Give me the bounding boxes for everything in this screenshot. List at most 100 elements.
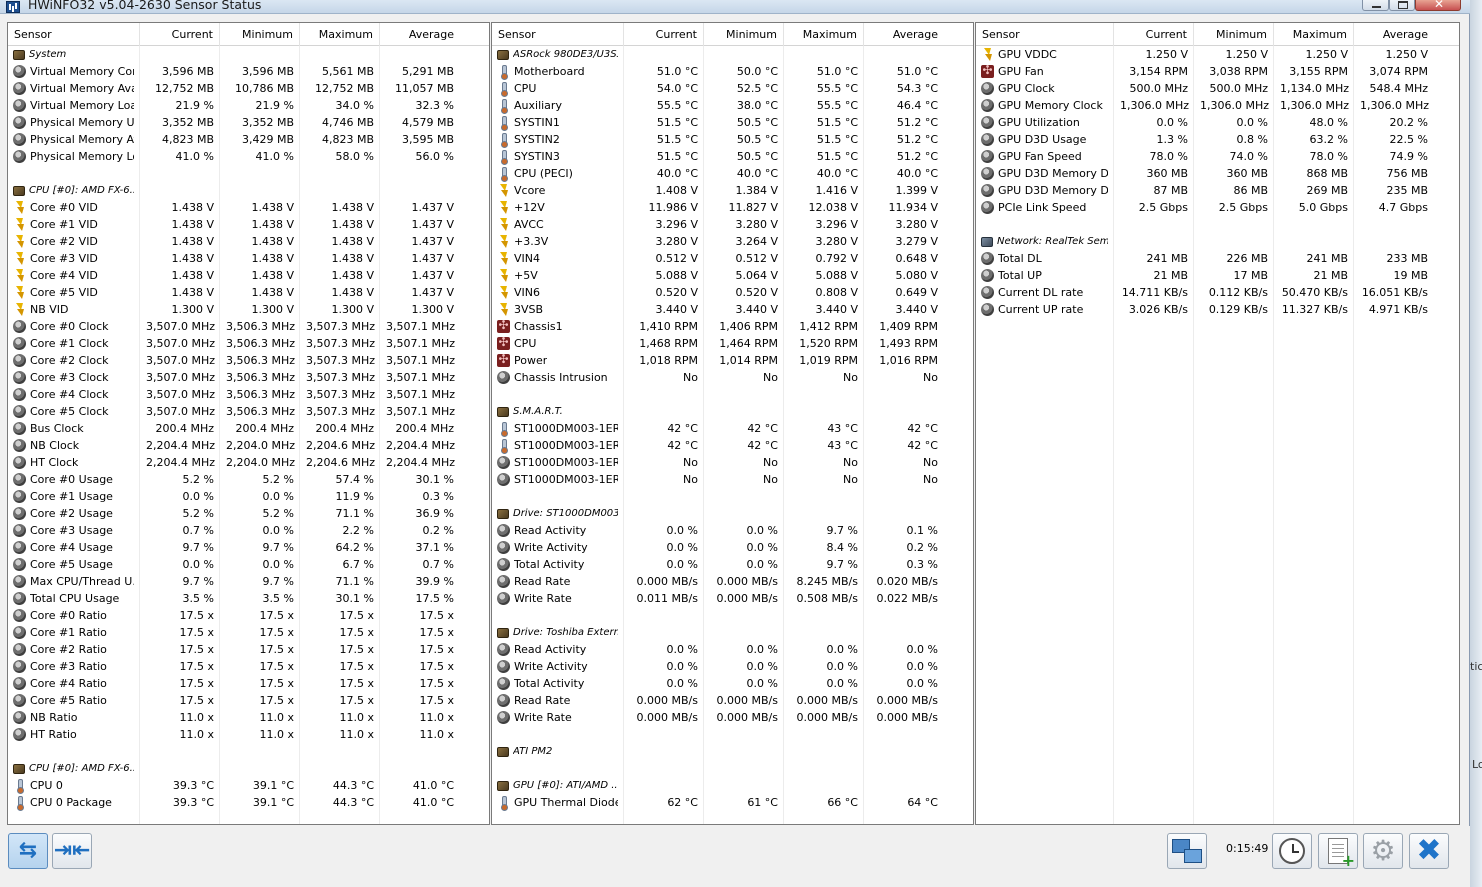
sensor-group-header[interactable]: Network: RealTek Semi... xyxy=(976,233,1459,250)
sensor-row[interactable]: Vcore 1.408 V 1.384 V 1.416 V 1.399 V xyxy=(492,182,973,199)
sensor-group-header[interactable]: ATI PM2 xyxy=(492,743,973,760)
sensor-row[interactable]: Core #4 Ratio 17.5 x 17.5 x 17.5 x 17.5 x xyxy=(8,675,489,692)
column-header-minimum[interactable]: Minimum xyxy=(1194,23,1274,46)
sensor-row[interactable]: SYSTIN1 51.5 °C 50.5 °C 51.5 °C 51.2 °C xyxy=(492,114,973,131)
network-button[interactable] xyxy=(1167,833,1207,869)
minimize-button[interactable] xyxy=(1362,0,1389,11)
sensor-group-header[interactable]: S.M.A.R.T. xyxy=(492,403,973,420)
sensor-row[interactable]: AVCC 3.296 V 3.280 V 3.296 V 3.280 V xyxy=(492,216,973,233)
sensor-row[interactable]: Core #3 VID 1.438 V 1.438 V 1.438 V 1.437 V xyxy=(8,250,489,267)
sensor-row[interactable]: Core #4 VID 1.438 V 1.438 V 1.438 V 1.437 V xyxy=(8,267,489,284)
column-header-average[interactable]: Average xyxy=(1354,23,1434,46)
sensor-row[interactable]: Virtual Memory Avai... 12,752 MB 10,786 MB… xyxy=(8,80,489,97)
sensor-row[interactable]: Core #1 Ratio 17.5 x 17.5 x 17.5 x 17.5 x xyxy=(8,624,489,641)
sensor-row[interactable]: Max CPU/Thread U... 9.7 % 9.7 % 71.1 % 39.9 … xyxy=(8,573,489,590)
sensor-row[interactable]: CPU (PECI) 40.0 °C 40.0 °C 40.0 °C 40.0 °C xyxy=(492,165,973,182)
exit-button[interactable]: ✖ xyxy=(1409,833,1449,869)
sensor-row[interactable]: Read Activity 0.0 % 0.0 % 0.0 % 0.0 % xyxy=(492,641,973,658)
sensor-row[interactable]: Total DL 241 MB 226 MB 241 MB 233 MB xyxy=(976,250,1459,267)
sensor-row[interactable]: Core #5 Usage 0.0 % 0.0 % 6.7 % 0.7 % xyxy=(8,556,489,573)
sensor-row[interactable]: Bus Clock 200.4 MHz 200.4 MHz 200.4 MHz 200.… xyxy=(8,420,489,437)
sensor-row[interactable]: VIN6 0.520 V 0.520 V 0.808 V 0.649 V xyxy=(492,284,973,301)
sensor-row[interactable]: Read Rate 0.000 MB/s 0.000 MB/s 0.000 MB/s 0… xyxy=(492,692,973,709)
sensor-row[interactable]: Core #2 Clock 3,507.0 MHz 3,506.3 MHz 3,507… xyxy=(8,352,489,369)
window-close-button[interactable]: ✕ xyxy=(1415,0,1461,11)
sensor-row[interactable]: Auxiliary 55.5 °C 38.0 °C 55.5 °C 46.4 °C xyxy=(492,97,973,114)
sensor-row[interactable]: CPU 0 Package 39.3 °C 39.1 °C 44.3 °C 41.0 °… xyxy=(8,794,489,811)
sensor-row[interactable]: Core #3 Ratio 17.5 x 17.5 x 17.5 x 17.5 x xyxy=(8,658,489,675)
sensor-row[interactable]: NB Clock 2,204.4 MHz 2,204.0 MHz 2,204.6 MH… xyxy=(8,437,489,454)
sensor-group-header[interactable]: CPU [#0]: AMD FX-6... xyxy=(8,760,489,777)
sensor-row[interactable]: Write Rate 0.000 MB/s 0.000 MB/s 0.000 MB/s… xyxy=(492,709,973,726)
title-bar[interactable]: HWiNFO32 v5.04-2630 Sensor Status ✕ xyxy=(0,0,1470,14)
sensor-row[interactable]: GPU D3D Usage 1.3 % 0.8 % 63.2 % 22.5 % xyxy=(976,131,1459,148)
column-header-maximum[interactable]: Maximum xyxy=(300,23,380,46)
sensor-group-header[interactable]: ASRock 980DE3/U3S3... xyxy=(492,46,973,63)
sensor-row[interactable]: ST1000DM003-1ER1... 42 °C 42 °C 43 °C 42 °C xyxy=(492,420,973,437)
sensor-row[interactable]: GPU Fan Speed 78.0 % 74.0 % 78.0 % 74.9 % xyxy=(976,148,1459,165)
sensor-row[interactable]: Physical Memory Used 3,352 MB 3,352 MB 4,74… xyxy=(8,114,489,131)
column-header-minimum[interactable]: Minimum xyxy=(704,23,784,46)
sensor-row[interactable]: Write Activity 0.0 % 0.0 % 8.4 % 0.2 % xyxy=(492,539,973,556)
sensor-row[interactable]: Core #4 Usage 9.7 % 9.7 % 64.2 % 37.1 % xyxy=(8,539,489,556)
sensor-group-header[interactable]: Drive: ST1000DM003-... xyxy=(492,505,973,522)
sensor-row[interactable]: HT Ratio 11.0 x 11.0 x 11.0 x 11.0 x xyxy=(8,726,489,743)
sensor-row[interactable]: Virtual Memory Load 21.9 % 21.9 % 34.0 % 32.… xyxy=(8,97,489,114)
sensor-row[interactable]: NB Ratio 11.0 x 11.0 x 11.0 x 11.0 x xyxy=(8,709,489,726)
sensor-row[interactable]: GPU Utilization 0.0 % 0.0 % 48.0 % 20.2 % xyxy=(976,114,1459,131)
sensor-row[interactable]: VIN4 0.512 V 0.512 V 0.792 V 0.648 V xyxy=(492,250,973,267)
sensor-row[interactable]: GPU VDDC 1.250 V 1.250 V 1.250 V 1.250 V xyxy=(976,46,1459,63)
sensor-panel-3[interactable]: Sensor Current Minimum Maximum Average GPU VD… xyxy=(975,22,1460,825)
logging-button[interactable] xyxy=(1318,833,1358,870)
sensor-row[interactable]: GPU Clock 500.0 MHz 500.0 MHz 1,134.0 MHz 54… xyxy=(976,80,1459,97)
column-header-current[interactable]: Current xyxy=(1114,23,1194,46)
sensor-row[interactable]: GPU Memory Clock 1,306.0 MHz 1,306.0 MHz 1,… xyxy=(976,97,1459,114)
sensor-row[interactable]: CPU 54.0 °C 52.5 °C 55.5 °C 54.3 °C xyxy=(492,80,973,97)
reset-timer-button[interactable] xyxy=(1272,833,1312,869)
sensor-group-header[interactable]: System xyxy=(8,46,489,63)
sensor-row[interactable]: Core #5 Ratio 17.5 x 17.5 x 17.5 x 17.5 x xyxy=(8,692,489,709)
sensor-row[interactable]: Write Activity 0.0 % 0.0 % 0.0 % 0.0 % xyxy=(492,658,973,675)
sensor-row[interactable]: Write Rate 0.011 MB/s 0.000 MB/s 0.508 MB/s… xyxy=(492,590,973,607)
sensor-row[interactable]: Read Activity 0.0 % 0.0 % 9.7 % 0.1 % xyxy=(492,522,973,539)
sensor-row[interactable]: Core #5 Clock 3,507.0 MHz 3,506.3 MHz 3,507… xyxy=(8,403,489,420)
sensor-row[interactable]: +12V 11.986 V 11.827 V 12.038 V 11.934 V xyxy=(492,199,973,216)
sensor-row[interactable]: Core #0 VID 1.438 V 1.438 V 1.438 V 1.437 V xyxy=(8,199,489,216)
sensor-row[interactable]: GPU Fan 3,154 RPM 3,038 RPM 3,155 RPM 3,074 … xyxy=(976,63,1459,80)
column-header-sensor[interactable]: Sensor xyxy=(492,23,624,46)
sensor-row[interactable]: Read Rate 0.000 MB/s 0.000 MB/s 8.245 MB/s 0… xyxy=(492,573,973,590)
sensor-row[interactable]: Total Activity 0.0 % 0.0 % 0.0 % 0.0 % xyxy=(492,675,973,692)
sensor-row[interactable]: ST1000DM003-1ER1... 42 °C 42 °C 43 °C 42 °C xyxy=(492,437,973,454)
sensor-row[interactable]: CPU 1,468 RPM 1,464 RPM 1,520 RPM 1,493 RPM xyxy=(492,335,973,352)
sensor-panel-1[interactable]: Sensor Current Minimum Maximum Average System… xyxy=(7,22,490,825)
sensor-row[interactable]: Total UP 21 MB 17 MB 21 MB 19 MB xyxy=(976,267,1459,284)
settings-button[interactable]: ⚙ xyxy=(1363,833,1403,869)
column-header-maximum[interactable]: Maximum xyxy=(784,23,864,46)
sensor-row[interactable]: GPU Thermal Diode 62 °C 61 °C 66 °C 64 °C xyxy=(492,794,973,811)
sensor-row[interactable]: Core #4 Clock 3,507.0 MHz 3,506.3 MHz 3,507… xyxy=(8,386,489,403)
sensor-row[interactable]: Physical Memory Av... 4,823 MB 3,429 MB 4,8… xyxy=(8,131,489,148)
sensor-row[interactable]: CPU 0 39.3 °C 39.1 °C 44.3 °C 41.0 °C xyxy=(8,777,489,794)
sensor-row[interactable]: Core #3 Usage 0.7 % 0.0 % 2.2 % 0.2 % xyxy=(8,522,489,539)
sensor-row[interactable]: Physical Memory Load 41.0 % 41.0 % 58.0 % 56… xyxy=(8,148,489,165)
sensor-row[interactable]: Core #0 Ratio 17.5 x 17.5 x 17.5 x 17.5 x xyxy=(8,607,489,624)
column-header-minimum[interactable]: Minimum xyxy=(220,23,300,46)
column-header-average[interactable]: Average xyxy=(380,23,460,46)
sensor-row[interactable]: GPU D3D Memory De... 360 MB 360 MB 868 MB 75… xyxy=(976,165,1459,182)
sensor-row[interactable]: Total Activity 0.0 % 0.0 % 9.7 % 0.3 % xyxy=(492,556,973,573)
sensor-row[interactable]: SYSTIN2 51.5 °C 50.5 °C 51.5 °C 51.2 °C xyxy=(492,131,973,148)
sensor-row[interactable]: Core #5 VID 1.438 V 1.438 V 1.438 V 1.437 V xyxy=(8,284,489,301)
sensor-row[interactable]: Motherboard 51.0 °C 50.0 °C 51.0 °C 51.0 °C xyxy=(492,63,973,80)
sensor-row[interactable]: Core #3 Clock 3,507.0 MHz 3,506.3 MHz 3,507… xyxy=(8,369,489,386)
sensor-group-header[interactable]: GPU [#0]: ATI/AMD ... xyxy=(492,777,973,794)
column-header-current[interactable]: Current xyxy=(624,23,704,46)
expand-button[interactable]: ⇆ xyxy=(8,833,48,869)
column-header-sensor[interactable]: Sensor xyxy=(8,23,140,46)
sensor-row[interactable]: +5V 5.088 V 5.064 V 5.088 V 5.080 V xyxy=(492,267,973,284)
sensor-row[interactable]: Chassis Intrusion No No No No xyxy=(492,369,973,386)
sensor-row[interactable]: Current UP rate 3.026 KB/s 0.129 KB/s 11.32… xyxy=(976,301,1459,318)
sensor-row[interactable]: Core #2 Usage 5.2 % 5.2 % 71.1 % 36.9 % xyxy=(8,505,489,522)
sensor-row[interactable]: PCIe Link Speed 2.5 Gbps 2.5 Gbps 5.0 Gbps 4… xyxy=(976,199,1459,216)
sensor-row[interactable]: Core #2 Ratio 17.5 x 17.5 x 17.5 x 17.5 x xyxy=(8,641,489,658)
sensor-row[interactable]: Virtual Memory Com... 3,596 MB 3,596 MB 5,5… xyxy=(8,63,489,80)
